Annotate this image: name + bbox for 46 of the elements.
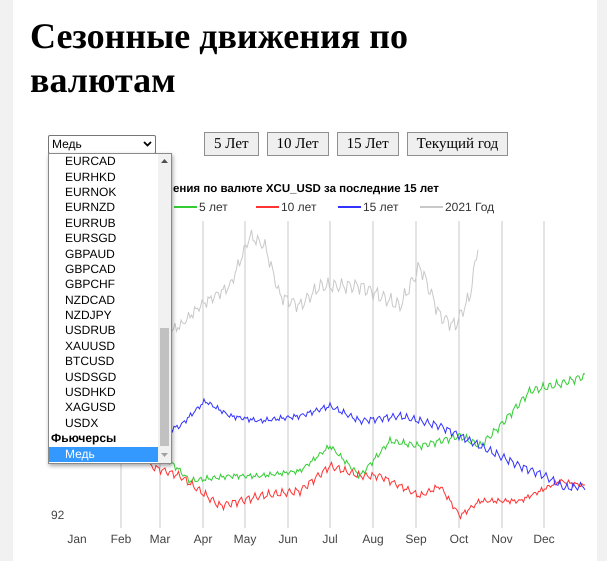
dropdown-option[interactable]: NZDCAD bbox=[49, 292, 158, 308]
month-label: Sep bbox=[405, 532, 427, 546]
month-label: Jan bbox=[67, 532, 87, 546]
dropdown-option[interactable]: EURCAD bbox=[49, 154, 158, 170]
month-label: Apr bbox=[194, 532, 212, 546]
dropdown-option[interactable]: XAUUSD bbox=[49, 338, 158, 354]
month-label: Aug bbox=[362, 532, 384, 546]
month-label: Mar bbox=[150, 532, 170, 546]
period-button[interactable]: 10 Лет bbox=[266, 132, 329, 156]
period-button[interactable]: 15 Лет bbox=[336, 132, 399, 156]
period-button[interactable]: Текущий год bbox=[406, 132, 508, 156]
dropdown-option[interactable]: EURRUB bbox=[49, 216, 158, 232]
month-label: May bbox=[234, 532, 256, 546]
month-label: Oct bbox=[450, 532, 468, 546]
month-label: Dec bbox=[533, 532, 555, 546]
dropdown-option[interactable]: EURSGD bbox=[49, 231, 158, 247]
dropdown-option[interactable]: EURHKD bbox=[49, 170, 158, 185]
dropdown-option[interactable]: USDRUB bbox=[49, 323, 158, 339]
legend-label: 5 лет bbox=[199, 200, 228, 214]
month-label: Jun bbox=[278, 532, 298, 546]
chart-title: ения по валюте XCU_USD за последние 15 лет bbox=[173, 183, 439, 195]
dropdown-option[interactable]: BTCUSD bbox=[49, 354, 158, 370]
legend-label: 2021 Год bbox=[445, 200, 494, 214]
legend-label: 10 лет bbox=[281, 200, 316, 214]
dropdown-option[interactable]: USDHKD bbox=[49, 385, 158, 400]
dropdown-option[interactable]: EURNZD bbox=[49, 200, 158, 216]
month-label: Jul bbox=[322, 532, 338, 546]
scroll-up-icon bbox=[161, 159, 168, 163]
dropdown-option[interactable]: GBPAUD bbox=[49, 246, 158, 262]
chevron-down-icon bbox=[143, 141, 152, 147]
legend-label: 15 лет bbox=[363, 200, 398, 214]
dropdown-option[interactable]: GBPCHF bbox=[49, 277, 158, 293]
dropdown-option[interactable]: GBPCAD bbox=[49, 262, 158, 278]
dropdown-option[interactable]: USDX bbox=[49, 416, 158, 432]
month-label: Feb bbox=[110, 532, 132, 546]
scrollbar[interactable] bbox=[158, 154, 171, 463]
axis-label: 92 bbox=[51, 508, 64, 522]
option-group-label: Фьючерсы bbox=[50, 431, 118, 447]
dropdown-option[interactable]: USDSGD bbox=[49, 370, 158, 386]
dropdown-option[interactable]: EURNOK bbox=[49, 184, 158, 200]
scroll-down-icon bbox=[161, 453, 168, 457]
period-button[interactable]: 5 Лет bbox=[204, 132, 259, 156]
dropdown-option[interactable]: NZDJPY bbox=[49, 308, 158, 324]
dropdown-option[interactable]: XAGUSD bbox=[49, 400, 158, 416]
month-label: Nov bbox=[491, 532, 513, 546]
page-title: Сезонные движения по валютам bbox=[30, 15, 409, 102]
